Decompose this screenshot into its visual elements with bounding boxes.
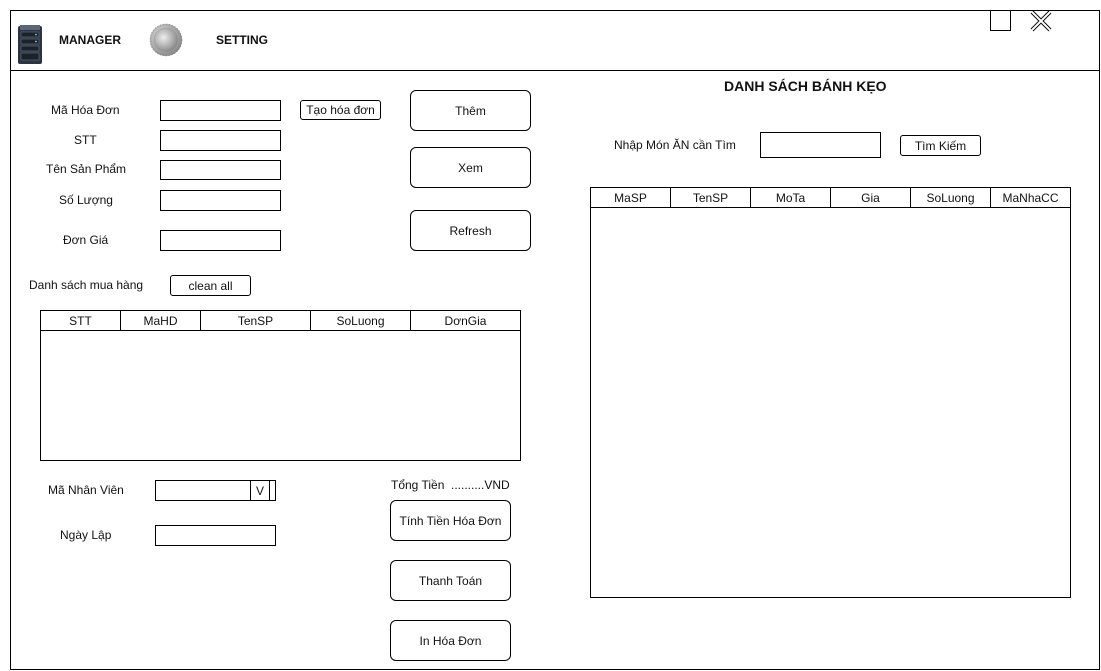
ngay-lap-label: Ngày Lập [60,528,112,542]
catalog-table-header: MaSP TenSP MoTa Gia SoLuong MaNhaCC [591,188,1070,208]
tong-tien-label: Tổng Tiền [391,478,445,492]
setting-nav-label[interactable]: SETTING [216,33,268,47]
cart-title: Danh sách mua hàng [29,278,144,292]
don-gia-label: Đơn Giá [63,233,109,247]
catalog-title: DANH SÁCH BÁNH KẸO [724,78,887,94]
manager-icon[interactable] [17,24,43,65]
stt-input[interactable] [160,130,281,151]
catalog-col-soluong[interactable]: SoLuong [911,188,991,207]
cart-col-soluong[interactable]: SoLuong [311,311,411,330]
ten-san-pham-input[interactable] [160,160,281,180]
maximize-button[interactable] [990,10,1011,31]
cart-table-header: STT MaHD TenSP SoLuong DơnGia [41,311,520,331]
stt-label: STT [74,133,97,147]
so-luong-input[interactable] [160,190,281,211]
xem-button[interactable]: Xem [410,147,531,188]
don-gia-input[interactable] [160,230,281,251]
so-luong-label: Số Lượng [59,193,113,207]
catalog-table[interactable]: MaSP TenSP MoTa Gia SoLuong MaNhaCC [590,187,1071,598]
tim-kiem-button[interactable]: Tìm Kiếm [900,135,981,156]
in-hoa-don-button[interactable]: In Hóa Đơn [390,620,511,661]
cart-table[interactable]: STT MaHD TenSP SoLuong DơnGia [40,310,521,461]
them-button[interactable]: Thêm [410,90,531,131]
catalog-col-tensp[interactable]: TenSP [671,188,751,207]
tao-hoa-don-button[interactable]: Tạo hóa đơn [300,100,381,120]
ma-nhan-vien-select[interactable]: V [155,480,276,501]
dropdown-arrow[interactable]: V [250,480,270,501]
ngay-lap-input[interactable] [155,525,276,546]
cart-col-tensp[interactable]: TenSP [201,311,311,330]
ten-san-pham-label: Tên Sản Phẩm [46,162,127,176]
catalog-col-manhacc[interactable]: MaNhaCC [991,188,1070,207]
ma-hoa-don-input[interactable] [160,100,281,121]
tong-tien-value: ..........VND [451,478,510,492]
search-input[interactable] [760,132,881,158]
ma-hoa-don-label: Mã Hóa Đơn [51,103,120,117]
catalog-col-masp[interactable]: MaSP [591,188,671,207]
catalog-col-gia[interactable]: Gia [831,188,911,207]
clean-all-button[interactable]: clean all [170,275,251,296]
ma-nhan-vien-label: Mã Nhân Viên [48,483,124,497]
close-icon[interactable] [1030,10,1052,32]
search-label: Nhập Món ĂN cần Tìm [614,138,736,152]
thanh-toan-button[interactable]: Thanh Toán [390,560,511,601]
tinh-tien-button[interactable]: Tính Tiền Hóa Đơn [390,500,511,541]
cart-col-dongia[interactable]: DơnGia [411,311,520,330]
cart-col-mahd[interactable]: MaHD [121,311,201,330]
manager-nav-label[interactable]: MANAGER [59,33,121,47]
header-divider [10,70,1100,71]
refresh-button[interactable]: Refresh [410,210,531,251]
gear-icon[interactable] [149,22,183,58]
cart-col-stt[interactable]: STT [41,311,121,330]
catalog-col-mota[interactable]: MoTa [751,188,831,207]
